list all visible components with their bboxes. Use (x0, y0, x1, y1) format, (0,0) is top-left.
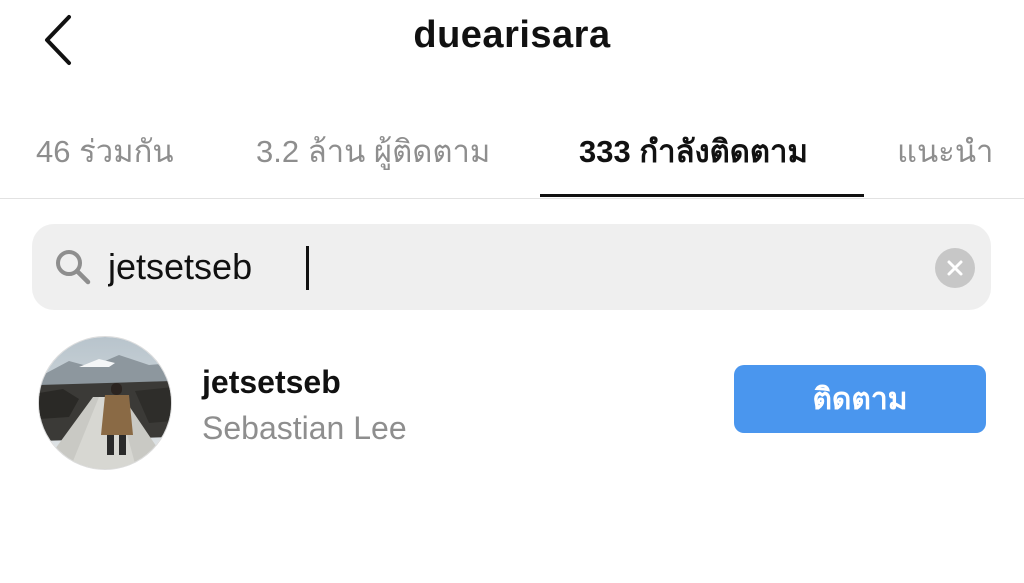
tab-suggested[interactable]: แนะนำ (897, 126, 993, 176)
search-bar (32, 224, 991, 310)
clear-search-button[interactable] (935, 248, 975, 288)
tab-mutual[interactable]: 46 ร่วมกัน (36, 126, 174, 176)
page-title: duearisara (413, 14, 611, 56)
list-item[interactable]: jetsetseb Sebastian Lee ติดตาม (0, 336, 1024, 472)
result-username[interactable]: jetsetseb (202, 364, 341, 401)
search-input[interactable] (108, 238, 908, 296)
clear-icon (947, 260, 963, 276)
tab-following[interactable]: 333 กำลังติดตาม (579, 126, 808, 176)
following-screen: duearisara 46 ร่วมกัน 3.2 ล้าน ผู้ติดตาม… (0, 0, 1024, 583)
text-cursor (306, 246, 309, 290)
search-icon (56, 250, 91, 285)
result-full-name: Sebastian Lee (202, 410, 407, 446)
follow-button[interactable]: ติดตาม (734, 365, 986, 433)
avatar-image (39, 337, 171, 469)
tab-followers[interactable]: 3.2 ล้าน ผู้ติดตาม (256, 126, 490, 176)
active-tab-indicator (540, 194, 864, 197)
tab-bar: 46 ร่วมกัน 3.2 ล้าน ผู้ติดตาม 333 กำลังต… (0, 110, 1024, 199)
avatar[interactable] (38, 336, 172, 470)
